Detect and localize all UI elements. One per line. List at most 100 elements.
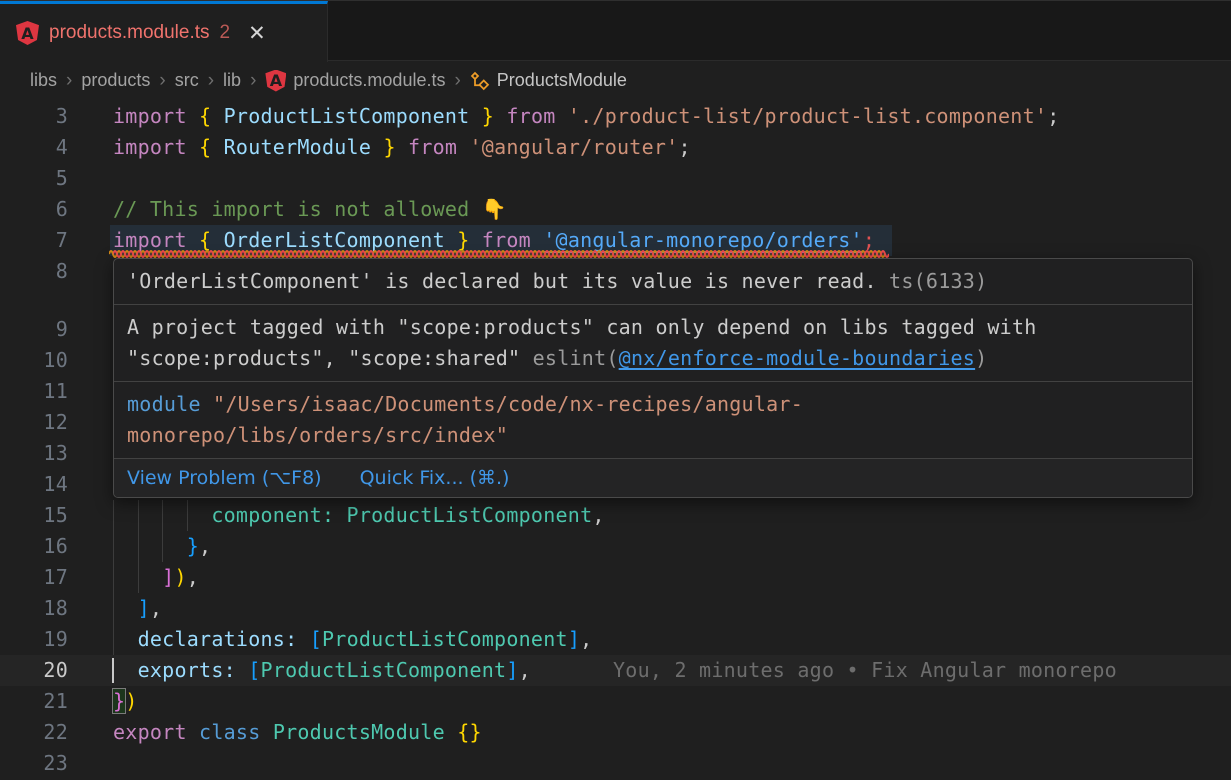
token: ; bbox=[1047, 104, 1059, 128]
class-symbol-icon bbox=[470, 71, 490, 91]
chevron-right-icon: › bbox=[150, 70, 174, 92]
token bbox=[211, 228, 223, 252]
token: '@angular/router' bbox=[470, 135, 679, 159]
code-line-content: import { ProductListComponent } from './… bbox=[113, 101, 1059, 132]
code-line-19[interactable]: 19 declarations: [ProductListComponent], bbox=[0, 624, 1231, 655]
token bbox=[334, 503, 346, 527]
token: class bbox=[199, 720, 260, 744]
code-line-content: // This import is not allowed 👇 bbox=[113, 194, 507, 225]
token: { bbox=[199, 104, 211, 128]
breadcrumb-label: products bbox=[81, 70, 150, 91]
code-line-17[interactable]: 17 ]), bbox=[0, 562, 1231, 593]
code-line-21[interactable]: 21}) bbox=[0, 686, 1231, 717]
eslint-rule-link[interactable]: @nx/enforce-module-boundaries bbox=[619, 346, 975, 370]
code-line-7[interactable]: 7 import { OrderListComponent } from '@an… bbox=[0, 225, 1231, 256]
breadcrumb: libs›products›src›lib›Aproducts.module.t… bbox=[0, 61, 1231, 100]
token: ) bbox=[174, 565, 186, 589]
token: } bbox=[482, 104, 494, 128]
line-number: 4 bbox=[0, 132, 68, 163]
token: , bbox=[150, 596, 162, 620]
token: monorepo/libs/orders/src/index" bbox=[127, 423, 508, 447]
chevron-right-icon: › bbox=[445, 70, 469, 92]
token bbox=[113, 658, 138, 682]
code-line-content: import { OrderListComponent } from '@ang… bbox=[113, 225, 875, 256]
text-cursor bbox=[112, 658, 114, 683]
token: export bbox=[113, 720, 187, 744]
token: ProductListComponent bbox=[322, 627, 568, 651]
token: [ bbox=[248, 658, 260, 682]
code-line-content: export class ProductsModule {} bbox=[113, 717, 482, 748]
code-line-content: declarations: [ProductListComponent], bbox=[113, 624, 592, 655]
token: ProductsModule bbox=[273, 720, 445, 744]
code-line-content: ], bbox=[113, 593, 162, 624]
token: from bbox=[506, 104, 555, 128]
code-line-content: import { RouterModule } from '@angular/r… bbox=[113, 132, 691, 163]
chevron-right-icon: › bbox=[241, 70, 265, 92]
breadcrumb-label: products.module.ts bbox=[293, 70, 445, 91]
token: eslint( bbox=[533, 346, 619, 370]
code-line-3[interactable]: 3 import { ProductListComponent } from '.… bbox=[0, 101, 1231, 132]
token: } bbox=[457, 228, 469, 252]
token: ] bbox=[138, 596, 150, 620]
breadcrumb-item-libs[interactable]: libs bbox=[30, 70, 57, 91]
line-number: 13 bbox=[0, 438, 68, 469]
close-icon[interactable]: ✕ bbox=[248, 21, 266, 46]
token: [ bbox=[310, 627, 322, 651]
breadcrumb-label: lib bbox=[223, 70, 241, 91]
token: from bbox=[482, 228, 531, 252]
module-specifier-link[interactable]: '@angular-monorepo/orders' bbox=[543, 228, 863, 252]
line-number: 5 bbox=[0, 163, 68, 194]
breadcrumb-item-lib[interactable]: lib bbox=[223, 70, 241, 91]
line-number: 21 bbox=[0, 686, 68, 717]
token: import bbox=[113, 104, 187, 128]
token bbox=[187, 720, 199, 744]
tab-products-module[interactable]: A products.module.ts 2 ✕ bbox=[0, 1, 328, 62]
token bbox=[469, 228, 481, 252]
token: './product-list/product-list.component' bbox=[568, 104, 1047, 128]
token: { bbox=[199, 228, 211, 252]
code-line-4[interactable]: 4 import { RouterModule } from '@angular/… bbox=[0, 132, 1231, 163]
quick-fix-action[interactable]: Quick Fix... (⌘.) bbox=[360, 467, 510, 489]
token: } bbox=[113, 689, 125, 713]
breadcrumb-item-products-module-ts[interactable]: Aproducts.module.ts bbox=[265, 70, 445, 92]
breadcrumb-label: ProductsModule bbox=[497, 70, 627, 91]
view-problem-action[interactable]: View Problem (⌥F8) bbox=[127, 467, 322, 489]
breadcrumb-item-src[interactable]: src bbox=[175, 70, 199, 91]
code-line-23[interactable]: 23 bbox=[0, 748, 1231, 779]
token: ProductListComponent bbox=[261, 658, 507, 682]
code-line-22[interactable]: 22 export class ProductsModule {} bbox=[0, 717, 1231, 748]
token: , bbox=[580, 627, 592, 651]
git-blame-annotation: You, 2 minutes ago • Fix Angular monorep… bbox=[613, 655, 1117, 686]
code-line-18[interactable]: 18 ], bbox=[0, 593, 1231, 624]
token bbox=[187, 104, 199, 128]
token: ) bbox=[975, 346, 987, 370]
token: exports: bbox=[138, 658, 236, 682]
line-number: 19 bbox=[0, 624, 68, 655]
angular-file-icon: A bbox=[265, 70, 286, 92]
token: , bbox=[199, 534, 211, 558]
line-number: 7 bbox=[0, 225, 68, 256]
code-line-6[interactable]: 6// This import is not allowed 👇 bbox=[0, 194, 1231, 225]
breadcrumb-item-productsmodule[interactable]: ProductsModule bbox=[470, 70, 627, 91]
code-line-content: component: ProductListComponent, bbox=[113, 500, 605, 531]
breadcrumb-item-products[interactable]: products bbox=[81, 70, 150, 91]
token: import bbox=[113, 135, 187, 159]
line-number: 22 bbox=[0, 717, 68, 748]
token: ts(6133) bbox=[889, 269, 987, 293]
line-number: 10 bbox=[0, 345, 68, 376]
line-number: 23 bbox=[0, 748, 68, 779]
code-line-16[interactable]: 16 }, bbox=[0, 531, 1231, 562]
token: } bbox=[187, 534, 199, 558]
code-line-5[interactable]: 5 bbox=[0, 163, 1231, 194]
token: ; bbox=[863, 228, 875, 252]
code-line-20[interactable]: 20 exports: [ProductListComponent],You, … bbox=[0, 655, 1231, 686]
line-number: 3 bbox=[0, 101, 68, 132]
hover-message-line: 'OrderListComponent' is declared but its… bbox=[127, 266, 1179, 297]
line-number: 9 bbox=[0, 314, 68, 345]
hover-sections: 'OrderListComponent' is declared but its… bbox=[114, 259, 1192, 459]
line-number: 12 bbox=[0, 407, 68, 438]
line-number: 15 bbox=[0, 500, 68, 531]
token bbox=[531, 228, 543, 252]
code-line-15[interactable]: 15 component: ProductListComponent, bbox=[0, 500, 1231, 531]
token bbox=[113, 503, 211, 527]
